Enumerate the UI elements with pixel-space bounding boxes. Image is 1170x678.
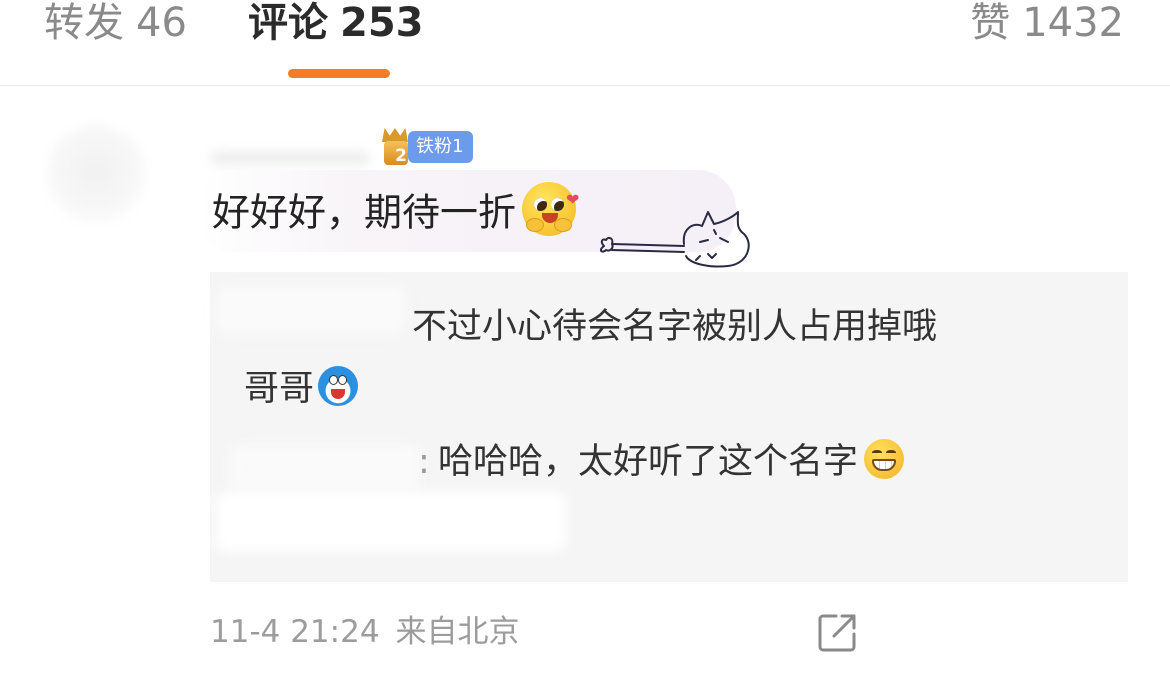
tab-comments-label: 评论 [248,0,328,46]
tab-likes-label: 赞 [970,0,1011,46]
fan-badge-label: 铁粉1 [408,131,474,163]
crown-icon: 2 [380,128,412,166]
tab-comments[interactable]: 评论 253 [248,0,424,46]
comment-location: 来自北京 [395,614,520,650]
tab-reposts[interactable]: 转发 46 [44,0,187,46]
tab-comments-count: 253 [340,0,424,46]
comment-text-content: 好好好，期待一折 [212,190,517,235]
fan-level-digit: 2 [384,141,408,166]
tab-likes[interactable]: 赞 1432 [970,0,1124,46]
comment-meta: 11-4 21:24 来自北京 [210,612,520,652]
share-icon[interactable] [814,610,860,656]
reply-1-text-line1: 不过小心待会名字被别人占用掉哦 [412,307,938,347]
reply-2-text: 哈哈哈，太好听了这个名字 [438,437,905,487]
comment-text[interactable]: 好好好，期待一折 ❤ [212,182,579,242]
tab-reposts-label: 转发 [44,0,124,46]
reply-1-text-line2-content: 哥哥 [244,369,315,409]
username-blurred[interactable] [210,150,370,166]
avatar[interactable] [44,124,148,228]
active-tab-indicator [288,69,390,78]
tab-likes-count: 1432 [1022,0,1124,46]
more-replies-blurred [216,492,566,552]
replies-box[interactable]: 不过小心待会名字被别人占用掉哦 哥哥 : 哈哈哈，太好听了这个名字 [210,272,1128,582]
reply-2-text-content: 哈哈哈，太好听了这个名字 [438,442,859,482]
comment-time: 11-4 21:24 [210,614,380,650]
fan-badge[interactable]: 2 铁粉1 [380,128,474,166]
reply-2-colon: : [418,442,430,482]
reply-username-blurred [216,286,406,334]
weibo-comment-page: 转发 46 评论 253 赞 1432 2 铁粉1 好好好，期待一折 ❤ 不过小… [0,0,1170,678]
tab-reposts-count: 46 [136,0,187,46]
blushing-face-icon: ❤ [522,182,579,236]
reply-1-text-line2: 哥哥 [244,364,359,414]
doraemon-icon [318,366,359,406]
grinning-face-icon [864,439,905,479]
reply-username-blurred [230,444,420,490]
cat-doodle-icon [599,211,750,268]
tab-bar: 转发 46 评论 253 赞 1432 [0,0,1170,86]
